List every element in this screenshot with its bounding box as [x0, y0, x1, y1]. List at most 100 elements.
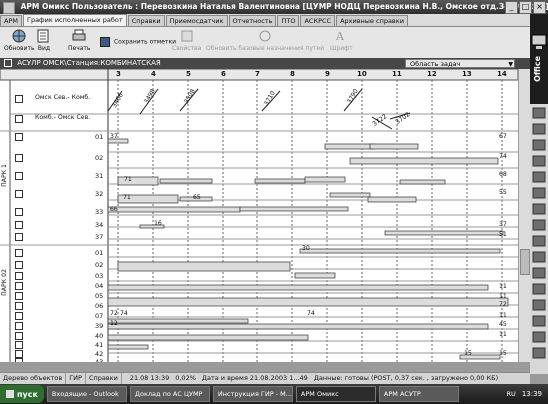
track-checkbox[interactable]: [15, 350, 23, 358]
track-checkbox[interactable]: [15, 190, 23, 198]
track-checkbox[interactable]: [15, 208, 23, 216]
track-checkbox[interactable]: [15, 312, 23, 320]
print-button[interactable]: Печать: [68, 29, 90, 52]
font-button[interactable]: A Шрифт: [330, 29, 353, 52]
tab-reports[interactable]: Отчетность: [228, 15, 277, 26]
wagon-count: 37: [110, 133, 118, 140]
track-checkbox[interactable]: [15, 341, 23, 349]
track-number: 07: [95, 312, 104, 320]
hour-label: 12: [427, 70, 437, 78]
expand-checkbox[interactable]: [15, 115, 23, 123]
tab-pto[interactable]: ПТО: [277, 15, 300, 26]
tab-object-tree[interactable]: Дерево объектов: [0, 373, 67, 384]
wagon-count: 12: [110, 320, 118, 327]
wagon-count: 15: [499, 350, 507, 357]
track-number: 02: [95, 154, 104, 162]
track-checkbox[interactable]: [15, 332, 23, 340]
taskbar-item[interactable]: Инструкция ГИР - М...: [212, 386, 293, 402]
refresh-base-button[interactable]: Обновить базовые назначения путей: [206, 29, 324, 52]
track-number: 33: [95, 208, 104, 216]
breadcrumb-text: АСУЛР ОМСК\Станция:КОМБИНАТСКАЯ: [17, 59, 161, 67]
wagon-count: 67: [499, 133, 507, 140]
tab-askrss[interactable]: АСКРСС: [300, 15, 336, 26]
wagon-count: 66: [110, 206, 118, 213]
taskbar-item[interactable]: Входящие - Outlook: [46, 386, 127, 402]
tab-schedule[interactable]: График исполненных работ: [22, 14, 127, 26]
track-number: 01: [95, 249, 104, 257]
track-checkbox[interactable]: [15, 261, 23, 269]
park-label: ПАРК 1: [1, 164, 8, 187]
hour-label: 10: [357, 70, 367, 78]
track-number: 39: [95, 322, 104, 330]
expand-checkbox[interactable]: [15, 95, 23, 103]
tab-references[interactable]: Справки: [127, 15, 165, 26]
wagon-count: 71: [124, 176, 132, 183]
hour-label: 7: [255, 70, 260, 78]
region-select[interactable]: Область задач ▼: [405, 59, 515, 68]
wagon-count: 72: [110, 310, 118, 317]
wagon-count: 51: [499, 231, 507, 238]
taskbar-item[interactable]: Доклад по АС ЦУМР: [129, 386, 210, 402]
view-button[interactable]: Вид: [36, 29, 52, 52]
office-shortcuts-panel: [529, 104, 548, 374]
wagon-count: 16: [154, 220, 162, 227]
scroll-thumb[interactable]: [520, 249, 530, 275]
windows-logo-icon: [6, 390, 14, 398]
tab-references-bottom[interactable]: Справки: [86, 373, 122, 384]
properties-button[interactable]: Свойства: [172, 29, 201, 52]
app-icon: [3, 2, 15, 14]
hour-label: 6: [221, 70, 226, 78]
track-checkbox[interactable]: [15, 154, 23, 162]
track-number: 32: [95, 190, 104, 198]
tab-arm[interactable]: АРМ: [0, 15, 22, 26]
hour-label: 9: [325, 70, 330, 78]
refresh-button[interactable]: Обновить: [4, 29, 34, 52]
track-checkbox[interactable]: [15, 249, 23, 257]
maximize-button[interactable]: □: [519, 1, 532, 14]
minimize-button[interactable]: _: [505, 1, 518, 14]
start-button[interactable]: пуск: [0, 385, 44, 403]
bottom-tabs: Дерево объектов ГИР Справки 21.08 13:39 …: [0, 372, 530, 384]
vertical-scrollbar[interactable]: [518, 69, 530, 362]
taskbar-item[interactable]: АРМ Омикс: [295, 386, 376, 402]
status-time: 21.08 13:39: [129, 374, 170, 382]
track-checkbox[interactable]: [15, 322, 23, 330]
tab-gir[interactable]: ГИР: [66, 373, 86, 384]
track-checkbox[interactable]: [15, 272, 23, 280]
tab-archive[interactable]: Архивные справки: [336, 15, 408, 26]
office-label: Office: [533, 56, 542, 82]
taskbar-item[interactable]: АРМ АСУТР: [378, 386, 459, 402]
status-percent: 0,02%: [175, 374, 196, 382]
refresh-icon: [259, 30, 271, 42]
track-checkbox[interactable]: [15, 172, 23, 180]
properties-icon: [181, 30, 193, 42]
wagon-count: 45: [499, 321, 507, 328]
close-button[interactable]: ×: [533, 1, 546, 14]
hour-label: 4: [151, 70, 156, 78]
windows-taskbar: пуск Входящие - Outlook Доклад по АС ЦУМ…: [0, 384, 548, 404]
language-indicator[interactable]: RU: [507, 390, 516, 398]
save-marks-button[interactable]: Сохранить отметки: [100, 37, 176, 47]
track-checkbox[interactable]: [15, 133, 23, 141]
track-checkbox[interactable]: [15, 302, 23, 310]
office-bar: Office: [530, 14, 548, 104]
track-checkbox[interactable]: [15, 233, 23, 241]
track-checkbox[interactable]: [15, 292, 23, 300]
main-tabs: АРМ График исполненных работ Справки При…: [0, 14, 530, 27]
track-checkbox[interactable]: [15, 282, 23, 290]
track-number: 37: [95, 233, 104, 241]
track-checkbox[interactable]: [15, 358, 23, 362]
track-number: 31: [95, 172, 104, 180]
printer-icon: [72, 29, 86, 41]
track-checkbox[interactable]: [15, 221, 23, 229]
hour-label: 11: [392, 70, 402, 78]
track-number: 05: [95, 292, 104, 300]
hour-label: 13: [462, 70, 472, 78]
tab-receiver[interactable]: Приемосдатчик: [165, 15, 228, 26]
track-number: 04: [95, 282, 104, 290]
track-number: 43: [95, 358, 104, 362]
wagon-count: 11: [499, 331, 507, 338]
schedule-grid[interactable]: 3 4 5 6 7 8 9 10 11 12 13 14 Омск Сев.- …: [0, 69, 518, 362]
clock: 13:39: [521, 390, 542, 398]
wagon-count: 30: [302, 245, 310, 252]
